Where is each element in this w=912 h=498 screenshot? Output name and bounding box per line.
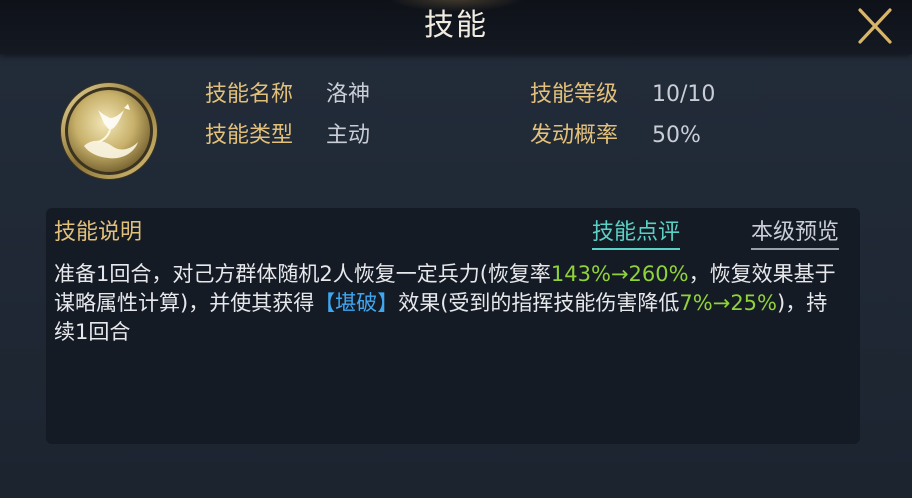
status-effect-link[interactable]: 【堪破】 bbox=[314, 291, 398, 315]
trigger-chance-value: 50% bbox=[652, 123, 701, 148]
description-part-1: 准备1回合，对己方群体随机2人恢复一定兵力(恢复率 bbox=[54, 262, 551, 286]
close-button[interactable] bbox=[852, 6, 898, 46]
tab-level-preview[interactable]: 本级预览 bbox=[751, 218, 840, 250]
trigger-chance-label: 发动概率 bbox=[530, 123, 619, 148]
description-text: 准备1回合，对己方群体随机2人恢复一定兵力(恢复率143%→260%，恢复效果基… bbox=[54, 260, 844, 347]
description-title: 技能说明 bbox=[54, 220, 143, 245]
title-bar: 技能 bbox=[0, 0, 912, 54]
tab-skill-review[interactable]: 技能点评 bbox=[592, 218, 681, 250]
skill-name-label: 技能名称 bbox=[205, 82, 294, 107]
description-box: 技能说明 技能点评 本级预览 准备1回合，对己方群体随机2人恢复一定兵力(恢复率… bbox=[46, 208, 860, 444]
goddess-skill-icon bbox=[60, 82, 158, 180]
description-part-3: 效果(受到的指挥技能伤害降低 bbox=[398, 291, 680, 315]
skill-type-value: 主动 bbox=[326, 123, 371, 148]
skill-name-value: 洛神 bbox=[326, 82, 371, 107]
skill-type-label: 技能类型 bbox=[205, 123, 294, 148]
skill-level-label: 技能等级 bbox=[530, 82, 619, 107]
close-x-icon bbox=[858, 8, 892, 44]
skill-level-value: 10/10 bbox=[652, 82, 716, 107]
skill-icon-frame bbox=[58, 80, 160, 182]
window-title: 技能 bbox=[424, 8, 488, 43]
skill-panel: 技能 技能名称 洛神 技能类型 主动 技能等级 10/10 发动概率 50% 技… bbox=[0, 0, 912, 498]
damage-reduction-highlight: 7%→25% bbox=[679, 291, 777, 315]
recovery-rate-highlight: 143%→260% bbox=[550, 262, 689, 286]
